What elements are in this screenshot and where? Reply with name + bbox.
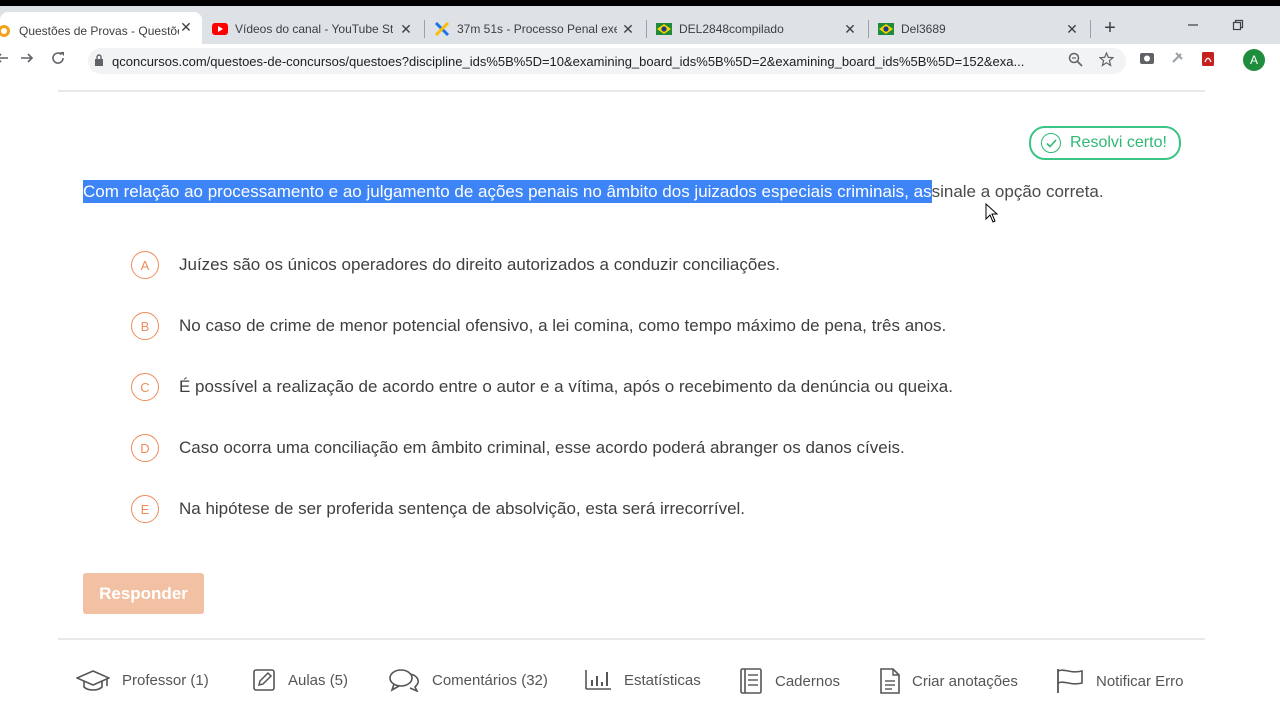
estatisticas-label: Estatísticas <box>624 671 701 689</box>
back-icon[interactable] <box>0 50 12 70</box>
status-badge: Resolvi certo! <box>1029 126 1181 160</box>
flag-icon <box>1057 669 1083 693</box>
brazil-flag-icon <box>656 21 672 37</box>
close-tab-icon[interactable]: ✕ <box>842 21 858 37</box>
option-c[interactable]: C É possível a realização de acordo entr… <box>130 373 953 401</box>
graduation-cap-icon <box>76 670 110 691</box>
comentarios-label: Comentários (32) <box>432 671 548 689</box>
estatisticas-button[interactable]: Estatísticas <box>584 668 701 692</box>
tab-separator <box>1090 20 1091 38</box>
tab-title: Vídeos do canal - YouTube Stu <box>235 22 393 36</box>
restore-icon[interactable] <box>1228 18 1248 34</box>
youtube-icon <box>212 21 228 37</box>
tab-title: Del3689 <box>901 22 946 36</box>
browser-toolbar: qconcursos.com/questoes-de-concursos/que… <box>0 44 1280 76</box>
forward-icon[interactable] <box>17 50 37 70</box>
option-b[interactable]: B No caso de crime de menor potencial of… <box>130 312 946 340</box>
question-page: Resolvi certo! Com relação ao processame… <box>0 76 1280 720</box>
option-text[interactable]: Caso ocorra uma conciliação em âmbito cr… <box>179 438 905 458</box>
option-text[interactable]: No caso de crime de menor potencial ofen… <box>179 316 946 336</box>
close-tab-icon[interactable]: ✕ <box>178 19 194 35</box>
tab-youtube-studio[interactable]: Vídeos do canal - YouTube Stu ✕ <box>212 14 422 44</box>
status-badge-label: Resolvi certo! <box>1070 134 1167 151</box>
tab-title: Questões de Provas - Questõe <box>19 24 179 38</box>
notebook-icon <box>740 668 762 694</box>
bookmark-star-icon[interactable] <box>1098 51 1115 71</box>
option-e[interactable]: E Na hipótese de ser proferida sentença … <box>130 495 745 523</box>
aulas-label: Aulas (5) <box>288 671 349 689</box>
tab-processo-penal[interactable]: 37m 51s - Processo Penal exer ✕ <box>434 14 644 44</box>
criar-anotacoes-label: Criar anotações <box>912 672 1018 690</box>
question-text-rest: sinale a opção correta. <box>931 182 1104 201</box>
question-actions-bar: Professor (1) Aulas (5) Comentários (32)… <box>0 664 1280 704</box>
option-text[interactable]: Na hipótese de ser proferida sentença de… <box>179 499 745 519</box>
question-statement: Com relação ao processamento e ao julgam… <box>83 180 1104 203</box>
close-tab-icon[interactable]: ✕ <box>1064 21 1080 37</box>
divider <box>58 90 1205 92</box>
option-letter[interactable]: B <box>131 312 159 340</box>
url-text: qconcursos.com/questoes-de-concursos/que… <box>112 53 1025 69</box>
professor-button[interactable]: Professor (1) <box>76 668 209 692</box>
tab-title: DEL2848compilado <box>679 22 784 36</box>
option-letter[interactable]: D <box>131 434 159 462</box>
option-letter[interactable]: E <box>131 495 159 523</box>
professor-label: Professor (1) <box>122 671 209 689</box>
address-bar[interactable]: qconcursos.com/questoes-de-concursos/que… <box>88 48 1126 74</box>
cadernos-button[interactable]: Cadernos <box>739 668 840 694</box>
tab-del2848[interactable]: DEL2848compilado ✕ <box>656 14 866 44</box>
option-d[interactable]: D Caso ocorra uma conciliação em âmbito … <box>130 434 905 462</box>
reload-icon[interactable] <box>48 50 68 70</box>
profile-avatar[interactable]: A <box>1243 49 1265 71</box>
option-text[interactable]: Juízes são os únicos operadores do direi… <box>179 255 780 275</box>
respond-button[interactable]: Responder <box>83 573 204 614</box>
lock-icon <box>94 53 104 69</box>
question-text-selected: Com relação ao processamento e ao julgam… <box>83 180 932 203</box>
x-logo-icon <box>434 21 450 37</box>
close-tab-icon[interactable]: ✕ <box>398 21 414 37</box>
option-a[interactable]: A Juízes são os únicos operadores do dir… <box>130 251 780 279</box>
bar-chart-icon <box>585 670 611 690</box>
new-tab-button[interactable]: + <box>1100 18 1120 38</box>
minimize-icon[interactable] <box>1183 18 1203 34</box>
divider <box>58 638 1205 640</box>
criar-anotacoes-button[interactable]: Criar anotações <box>880 668 1018 694</box>
tab-separator <box>424 20 425 38</box>
qconcursos-icon <box>0 23 12 39</box>
notificar-erro-label: Notificar Erro <box>1096 672 1184 690</box>
notificar-erro-button[interactable]: Notificar Erro <box>1056 668 1184 694</box>
extension-pin-icon[interactable] <box>1168 51 1186 69</box>
tab-title: 37m 51s - Processo Penal exer <box>457 22 617 36</box>
extension-pdf-icon[interactable] <box>1199 51 1217 69</box>
document-icon <box>880 668 900 694</box>
zoom-icon[interactable] <box>1068 52 1083 71</box>
option-letter[interactable]: C <box>131 373 159 401</box>
tab-separator <box>868 20 869 38</box>
aulas-button[interactable]: Aulas (5) <box>252 668 348 692</box>
extension-camera-icon[interactable] <box>1138 51 1156 69</box>
tab-del3689[interactable]: Del3689 ✕ <box>878 14 1088 44</box>
pencil-square-icon <box>253 669 275 691</box>
option-letter[interactable]: A <box>131 251 159 279</box>
option-text[interactable]: É possível a realização de acordo entre … <box>179 377 953 397</box>
cadernos-label: Cadernos <box>775 672 841 690</box>
chat-bubbles-icon <box>389 669 419 692</box>
mouse-cursor-icon <box>985 202 999 228</box>
browser-tab-bar: Questões de Provas - Questõe ✕ Vídeos do… <box>0 0 1280 50</box>
close-tab-icon[interactable]: ✕ <box>620 21 636 37</box>
brazil-flag-icon <box>878 21 894 37</box>
tab-separator <box>646 20 647 38</box>
check-circle-icon <box>1041 133 1061 153</box>
comentarios-button[interactable]: Comentários (32) <box>388 668 548 692</box>
